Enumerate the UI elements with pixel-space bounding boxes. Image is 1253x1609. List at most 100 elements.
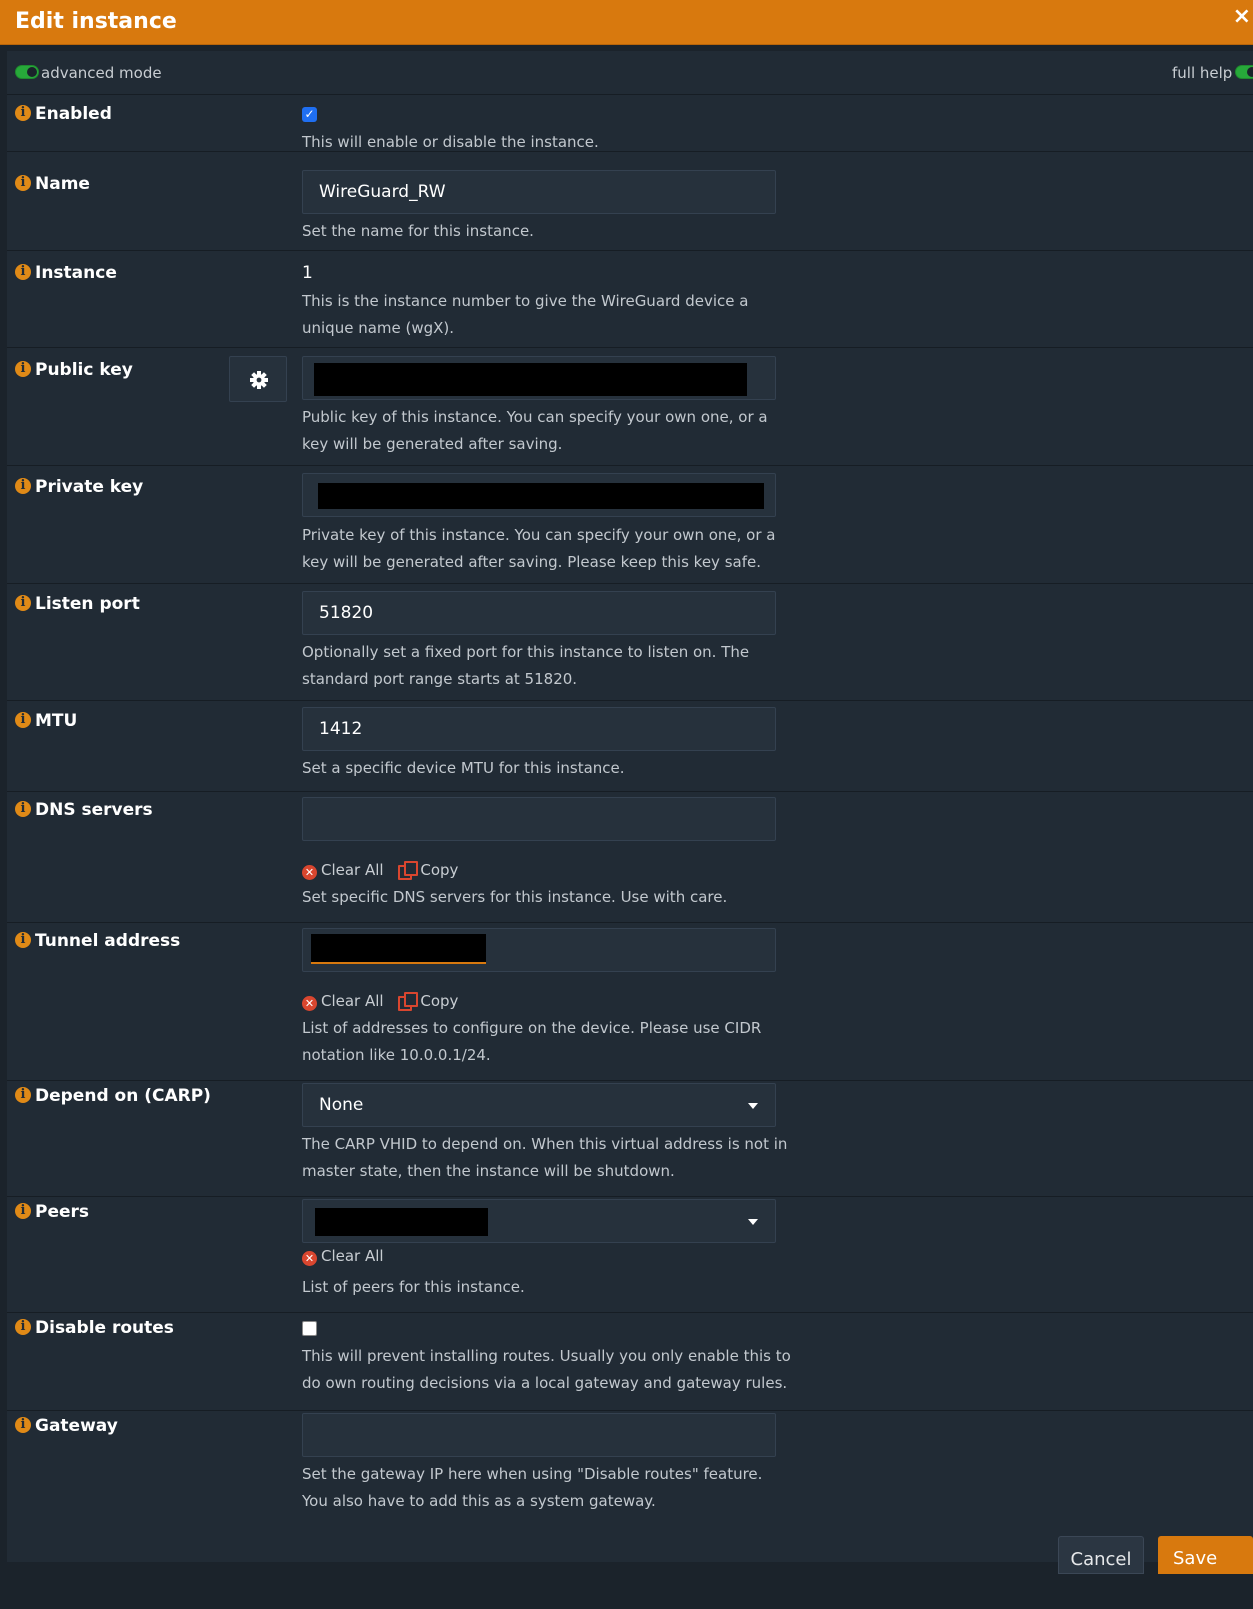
field-label: Tunnel address <box>35 931 181 951</box>
field-help: List of addresses to configure on the de… <box>302 1019 762 1064</box>
advanced-mode-label: advanced mode <box>41 64 162 82</box>
cancel-button[interactable]: Cancel <box>1058 1536 1144 1574</box>
row-tunnel-address: i Tunnel address ✕ Clear All Copy List of… <box>7 923 1253 1081</box>
field-help: The CARP VHID to depend on. When this vi… <box>302 1135 788 1180</box>
dialog-header: Edit instance × <box>0 0 1253 45</box>
generate-key-button[interactable] <box>229 356 287 402</box>
copy-label: Copy <box>420 861 459 879</box>
field-help: List of peers for this instance. <box>302 1278 525 1296</box>
advanced-mode-toggle[interactable] <box>15 65 39 79</box>
row-enabled: i Enabled ✓ This will enable or disable … <box>7 94 1253 152</box>
row-peers: i Peers ✕ Clear All List of peers for thi… <box>7 1197 1253 1313</box>
dns-servers-input[interactable] <box>302 797 776 841</box>
tunnel-address-input[interactable] <box>302 928 776 972</box>
clear-all-icon: ✕ <box>302 996 317 1011</box>
private-key-input[interactable] <box>302 473 776 517</box>
copy-icon <box>398 861 419 880</box>
redacted-token <box>311 934 486 964</box>
clear-all-button[interactable]: ✕ Clear All <box>302 992 384 1011</box>
gear-icon <box>250 371 268 389</box>
info-icon[interactable]: i <box>15 1087 31 1103</box>
row-gateway: i Gateway Set the gateway IP here when u… <box>7 1411 1253 1521</box>
info-icon[interactable]: i <box>15 478 31 494</box>
instance-value: 1 <box>302 263 313 283</box>
field-label: Disable routes <box>35 1318 174 1338</box>
field-label: Depend on (CARP) <box>35 1086 211 1106</box>
clear-all-label: Clear All <box>321 1247 384 1265</box>
field-label: Listen port <box>35 594 140 614</box>
gateway-input[interactable] <box>302 1413 776 1457</box>
redacted-value <box>314 363 747 396</box>
dialog-body: advanced mode full help i Enabled ✓ This… <box>7 51 1253 1562</box>
field-label: Public key <box>35 360 133 380</box>
info-icon[interactable]: i <box>15 175 31 191</box>
field-label: Instance <box>35 263 117 283</box>
info-icon[interactable]: i <box>15 932 31 948</box>
mode-bar: advanced mode full help <box>7 51 1253 95</box>
info-icon[interactable]: i <box>15 1203 31 1219</box>
field-label: Private key <box>35 477 144 497</box>
token-actions: ✕ Clear All Copy <box>302 992 458 1011</box>
info-icon[interactable]: i <box>15 264 31 280</box>
clear-all-icon: ✕ <box>302 1251 317 1266</box>
field-label: Name <box>35 174 90 194</box>
row-private-key: i Private key Private key of this instan… <box>7 466 1253 584</box>
clear-all-button[interactable]: ✕ Clear All <box>302 861 384 880</box>
info-icon[interactable]: i <box>15 595 31 611</box>
chevron-down-icon <box>748 1219 758 1225</box>
row-dns-servers: i DNS servers ✕ Clear All Copy Set specif… <box>7 792 1253 923</box>
full-help-label: full help <box>1172 64 1233 82</box>
row-name: i Name WireGuard_RW Set the name for thi… <box>7 152 1253 251</box>
field-help: Set specific DNS servers for this instan… <box>302 888 728 906</box>
save-button[interactable]: Save <box>1158 1536 1253 1574</box>
clear-all-label: Clear All <box>321 861 384 879</box>
field-help: This will prevent installing routes. Usu… <box>302 1347 791 1392</box>
row-depend-carp: i Depend on (CARP) None The CARP VHID to… <box>7 1081 1253 1197</box>
field-help: Set the gateway IP here when using "Disa… <box>302 1465 763 1510</box>
field-label: Enabled <box>35 104 112 124</box>
clear-all-label: Clear All <box>321 992 384 1010</box>
close-icon[interactable]: × <box>1233 4 1251 29</box>
mtu-input[interactable]: 1412 <box>302 707 776 751</box>
copy-label: Copy <box>420 992 459 1010</box>
field-help: Private key of this instance. You can sp… <box>302 526 776 571</box>
info-icon[interactable]: i <box>15 801 31 817</box>
clear-all-button[interactable]: ✕ Clear All <box>302 1247 384 1266</box>
selected-value: None <box>319 1095 364 1115</box>
depend-carp-select[interactable]: None <box>302 1083 776 1127</box>
info-icon[interactable]: i <box>15 1417 31 1433</box>
field-help: This is the instance number to give the … <box>302 292 749 337</box>
field-help: Set a specific device MTU for this insta… <box>302 759 625 777</box>
enabled-checkbox[interactable]: ✓ <box>302 107 317 122</box>
row-instance: i Instance 1 This is the instance number… <box>7 251 1253 348</box>
token-actions: ✕ Clear All <box>302 1247 384 1266</box>
redacted-value <box>318 483 764 509</box>
info-icon[interactable]: i <box>15 361 31 377</box>
token-actions: ✕ Clear All Copy <box>302 861 458 880</box>
peers-select[interactable] <box>302 1199 776 1243</box>
row-mtu: i MTU 1412 Set a specific device MTU for… <box>7 701 1253 792</box>
name-input[interactable]: WireGuard_RW <box>302 170 776 214</box>
clear-all-icon: ✕ <box>302 865 317 880</box>
field-help: Set the name for this instance. <box>302 222 534 240</box>
info-icon[interactable]: i <box>15 1319 31 1335</box>
disable-routes-checkbox[interactable] <box>302 1321 317 1336</box>
row-disable-routes: i Disable routes This will prevent insta… <box>7 1313 1253 1411</box>
copy-button[interactable]: Copy <box>388 992 459 1011</box>
field-label: DNS servers <box>35 800 153 820</box>
chevron-down-icon <box>748 1103 758 1109</box>
copy-icon <box>398 992 419 1011</box>
info-icon[interactable]: i <box>15 712 31 728</box>
row-listen-port: i Listen port 51820 Optionally set a fix… <box>7 584 1253 701</box>
row-public-key: i Public key Public key of this instance… <box>7 348 1253 466</box>
public-key-input[interactable] <box>302 356 776 400</box>
field-help: Optionally set a fixed port for this ins… <box>302 643 750 688</box>
listen-port-input[interactable]: 51820 <box>302 591 776 635</box>
info-icon[interactable]: i <box>15 105 31 121</box>
full-help-toggle[interactable] <box>1235 65 1253 79</box>
copy-button[interactable]: Copy <box>388 861 459 880</box>
field-help: Public key of this instance. You can spe… <box>302 408 768 453</box>
field-label: Peers <box>35 1202 90 1222</box>
dialog-title: Edit instance <box>15 9 177 34</box>
redacted-token <box>315 1208 488 1236</box>
